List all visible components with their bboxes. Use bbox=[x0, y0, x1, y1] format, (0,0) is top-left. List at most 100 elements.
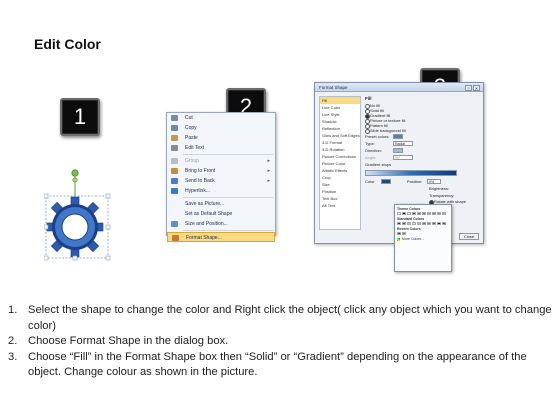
dialog-title: Format Shape bbox=[319, 85, 348, 90]
menu-separator bbox=[183, 230, 273, 231]
menu-item-cut[interactable]: Cut bbox=[167, 113, 275, 123]
send-back-icon bbox=[171, 178, 178, 184]
standard-color-swatch[interactable] bbox=[402, 222, 406, 225]
theme-color-swatch[interactable] bbox=[427, 212, 431, 215]
theme-color-swatch[interactable] bbox=[422, 212, 426, 215]
theme-color-swatch[interactable] bbox=[432, 212, 436, 215]
color-palette-dropdown: Theme Colors Standard Colors Recent Colo… bbox=[394, 204, 452, 272]
menu-item-set-as-default-shape[interactable]: Set as Default Shape bbox=[167, 209, 275, 219]
direction-label: Direction: bbox=[365, 148, 382, 153]
recent-colors-grid bbox=[397, 232, 449, 235]
transparency-label: Transparency: bbox=[429, 193, 455, 198]
theme-color-swatch[interactable] bbox=[442, 212, 446, 215]
menu-item-paste[interactable]: Paste bbox=[167, 133, 275, 143]
nav-item-fill[interactable]: Fill bbox=[320, 97, 360, 104]
menu-item-save-as-picture[interactable]: Save as Picture... bbox=[167, 199, 275, 209]
menu-item-copy[interactable]: Copy bbox=[167, 123, 275, 133]
instruction-text: Choose “Fill” in the Format Shape box th… bbox=[28, 350, 527, 379]
selected-gear-shape[interactable] bbox=[44, 166, 114, 264]
close-button[interactable]: Close bbox=[459, 233, 479, 240]
nav-item-crop[interactable]: Crop bbox=[320, 174, 360, 181]
nav-item-artistic-effects[interactable]: Artistic Effects bbox=[320, 167, 360, 174]
color-picker-button[interactable] bbox=[381, 179, 391, 184]
standard-color-swatch[interactable] bbox=[397, 222, 401, 225]
gear-icon bbox=[44, 169, 111, 261]
menu-item-group[interactable]: Group ▸ bbox=[167, 156, 275, 166]
brightness-label: Brightness: bbox=[429, 186, 450, 191]
bring-front-icon bbox=[171, 168, 178, 174]
standard-color-swatch[interactable] bbox=[427, 222, 431, 225]
menu-separator bbox=[183, 154, 273, 155]
submenu-arrow-icon: ▸ bbox=[267, 168, 270, 174]
instruction-text: Select the shape to change the color and… bbox=[28, 304, 552, 332]
theme-colors-grid bbox=[397, 212, 449, 215]
menu-item-label: Hyperlink... bbox=[185, 188, 211, 194]
standard-color-swatch[interactable] bbox=[437, 222, 441, 225]
nav-item-reflection[interactable]: Reflection bbox=[320, 125, 360, 132]
theme-color-swatch[interactable] bbox=[412, 212, 416, 215]
close-icon[interactable]: ✕ bbox=[473, 85, 480, 91]
more-colors-option[interactable]: More Colors... bbox=[397, 237, 449, 241]
menu-item-edit-text[interactable]: Edit Text bbox=[167, 143, 275, 153]
menu-item-size-and-position[interactable]: Size and Position... bbox=[167, 219, 275, 229]
menu-item-label: Save as Picture... bbox=[185, 201, 225, 207]
theme-color-swatch[interactable] bbox=[397, 212, 401, 215]
preset-colors-picker[interactable] bbox=[393, 134, 403, 139]
theme-color-swatch[interactable] bbox=[417, 212, 421, 215]
menu-item-hyperlink[interactable]: Hyperlink... bbox=[167, 186, 275, 196]
menu-item-send-to-back[interactable]: Send to Back ▸ bbox=[167, 176, 275, 186]
nav-item-shadow[interactable]: Shadow bbox=[320, 118, 360, 125]
size-position-icon bbox=[171, 221, 178, 227]
standard-color-swatch[interactable] bbox=[407, 222, 411, 225]
standard-colors-heading: Standard Colors bbox=[397, 217, 425, 221]
nav-item-3-d-rotation[interactable]: 3-D Rotation bbox=[320, 146, 360, 153]
menu-item-label: Format Shape... bbox=[186, 235, 222, 241]
standard-color-swatch[interactable] bbox=[432, 222, 436, 225]
gradient-stops-bar[interactable] bbox=[365, 170, 457, 176]
type-select[interactable]: Radial bbox=[393, 141, 413, 146]
nav-item-line-style[interactable]: Line Style bbox=[320, 111, 360, 118]
direction-row[interactable]: Direction: bbox=[365, 147, 481, 154]
submenu-arrow-icon: ▸ bbox=[267, 158, 270, 164]
instruction-item: 3. Choose “Fill” in the Format Shape box… bbox=[8, 350, 553, 381]
preset-colors-row[interactable]: Preset colors: bbox=[365, 133, 481, 140]
menu-item-label: Paste bbox=[185, 135, 198, 141]
menu-item-label: Cut bbox=[185, 115, 193, 121]
help-button[interactable]: ? bbox=[465, 85, 472, 91]
hyperlink-icon bbox=[171, 188, 178, 194]
theme-color-swatch[interactable] bbox=[437, 212, 441, 215]
standard-color-swatch[interactable] bbox=[442, 222, 446, 225]
nav-item-picture-color[interactable]: Picture Color bbox=[320, 160, 360, 167]
standard-color-swatch[interactable] bbox=[417, 222, 421, 225]
nav-item-alt-text[interactable]: Alt Text bbox=[320, 202, 360, 209]
menu-item-label: Send to Back bbox=[185, 178, 215, 184]
nav-item-3-d-format[interactable]: 3-D Format bbox=[320, 139, 360, 146]
submenu-arrow-icon: ▸ bbox=[267, 178, 270, 184]
recent-color-swatch[interactable] bbox=[402, 232, 406, 235]
nav-item-picture-corrections[interactable]: Picture Corrections bbox=[320, 153, 360, 160]
angle-input[interactable]: 90° bbox=[393, 155, 413, 160]
nav-item-text-box[interactable]: Text Box bbox=[320, 195, 360, 202]
scissors-icon bbox=[171, 115, 178, 121]
standard-color-swatch[interactable] bbox=[422, 222, 426, 225]
position-label: Position: bbox=[407, 179, 423, 184]
direction-picker[interactable] bbox=[393, 148, 403, 153]
instruction-item: 1. Select the shape to change the color … bbox=[8, 303, 553, 334]
format-shape-icon bbox=[172, 235, 179, 241]
nav-item-size[interactable]: Size bbox=[320, 181, 360, 188]
standard-color-swatch[interactable] bbox=[412, 222, 416, 225]
menu-item-bring-to-front[interactable]: Bring to Front ▸ bbox=[167, 166, 275, 176]
theme-color-swatch[interactable] bbox=[407, 212, 411, 215]
color-row[interactable]: Color Position: 0% bbox=[365, 178, 481, 185]
menu-item-format-shape[interactable]: Format Shape... bbox=[167, 232, 275, 242]
type-row[interactable]: Type: Radial bbox=[365, 140, 481, 147]
angle-row[interactable]: Angle: 90° bbox=[365, 154, 481, 161]
position-input[interactable]: 0% bbox=[427, 179, 441, 184]
theme-color-swatch[interactable] bbox=[402, 212, 406, 215]
nav-item-line-color[interactable]: Line Color bbox=[320, 104, 360, 111]
recent-color-swatch[interactable] bbox=[397, 232, 401, 235]
step-1-badge: 1 bbox=[60, 98, 100, 136]
instruction-item: 2. Choose Format Shape in the dialog box… bbox=[8, 334, 553, 350]
nav-item-glow-and-soft-edges[interactable]: Glow and Soft Edges bbox=[320, 132, 360, 139]
nav-item-position[interactable]: Position bbox=[320, 188, 360, 195]
